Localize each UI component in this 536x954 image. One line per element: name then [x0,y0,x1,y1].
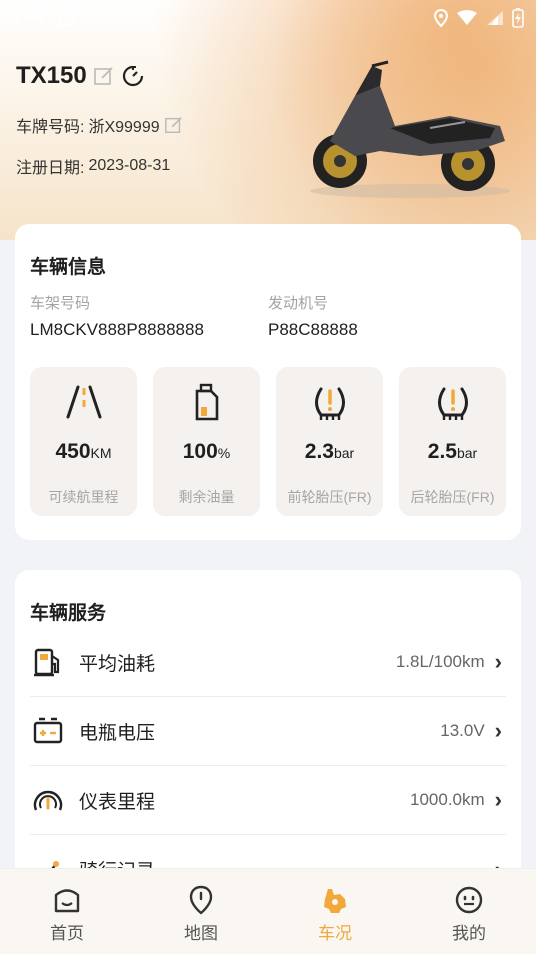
chevron-right-icon: › [494,787,502,812]
stat-range-label: 可续航里程 [48,489,119,505]
vehicle-services-title: 车辆服务 [30,603,107,624]
chevron-right-icon: › [494,649,502,674]
chevron-right-icon: › [494,718,502,743]
tab-label: 我的 [452,924,486,943]
tab-label: 地图 [184,924,218,943]
stat-front-tire[interactable]: 2.3bar 前轮胎压(FR) [276,367,383,516]
edit-icon[interactable] [93,65,115,87]
vehicle-name: TX150 [16,62,87,89]
service-value: 1000.0km [410,790,485,809]
register-date-value: 2023-08-31 [88,157,171,174]
refresh-icon[interactable] [121,64,145,88]
plate-row: 车牌号码: 浙X99999 [16,113,184,137]
vehicle-info-title: 车辆信息 [30,257,107,278]
bottom-tab-bar: 首页 地图 车况 我的 [0,868,536,954]
service-item-battery-voltage[interactable]: 电瓶电压 13.0V › [30,697,506,766]
engine-number-label: 发动机号 [268,295,329,312]
tab-label: 首页 [50,924,84,943]
service-label: 仪表里程 [79,791,156,813]
service-item-fuel-consumption[interactable]: 平均油耗 1.8L/100km › [30,628,506,697]
battery-icon [33,717,63,744]
service-label: 电瓶电压 [79,722,156,744]
tab-home[interactable]: 首页 [0,869,134,954]
motorcycle-image [310,60,510,198]
register-date-row: 注册日期: 2023-08-31 [16,154,170,178]
plate-value: 浙X99999 [88,119,160,136]
stat-front-tire-label: 前轮胎压(FR) [287,489,372,505]
edit-plate-icon[interactable] [164,115,184,135]
tire-pressure-icon [276,383,383,423]
service-label: 平均油耗 [79,653,156,675]
tab-vehicle-status[interactable]: 车况 [268,869,402,954]
frame-number-label: 车架号码 [30,295,91,312]
engine-number-value: P88C88888 [268,320,358,339]
stat-front-tire-value: 2.3bar [304,440,355,463]
scooter-icon [324,889,346,913]
road-icon [30,383,137,423]
stat-fuel-value: 100% [182,440,231,463]
register-date-label: 注册日期: [16,160,85,177]
gauge-icon [33,790,63,811]
stat-fuel[interactable]: 100% 剩余油量 [153,367,260,516]
fuel-pump-icon [34,648,60,677]
service-value: 1.8L/100km [395,652,485,671]
stat-rear-tire-label: 后轮胎压(FR) [410,489,495,505]
status-time: 1:44 [12,8,46,27]
profile-icon [455,886,483,914]
vehicle-info-card: 车辆信息 车架号码 LM8CKV888P8888888 发动机号 P88C888… [15,224,521,540]
service-item-odometer[interactable]: 仪表里程 1000.0km › [30,766,506,835]
fuel-can-icon [153,383,260,423]
stat-fuel-label: 剩余油量 [178,489,235,505]
wifi-icon [457,10,477,25]
service-value: 13.0V [440,721,485,740]
status-bar: 1:44 [0,0,536,36]
battery-status-icon [512,8,524,28]
stat-range-value: 450KM [55,440,112,463]
tab-map[interactable]: 地图 [134,869,268,954]
stat-rear-tire[interactable]: 2.5bar 后轮胎压(FR) [399,367,506,516]
tire-pressure-icon [399,383,506,423]
location-icon [434,9,448,27]
map-pin-icon [189,885,213,915]
notification-icon [59,10,76,26]
plate-label: 车牌号码: [16,119,85,136]
stat-range[interactable]: 450KM 可续航里程 [30,367,137,516]
vehicle-services-card: 车辆服务 平均油耗 1.8L/100km › 电瓶电压 13.0V › 仪表里程… [15,570,521,890]
vehicle-title-row: TX150 [16,62,145,90]
tab-profile[interactable]: 我的 [402,869,536,954]
frame-number-value: LM8CKV888P8888888 [30,320,204,339]
home-icon [54,889,80,913]
signal-icon [487,11,503,25]
stat-rear-tire-value: 2.5bar [427,440,478,463]
tab-label: 车况 [318,924,352,943]
